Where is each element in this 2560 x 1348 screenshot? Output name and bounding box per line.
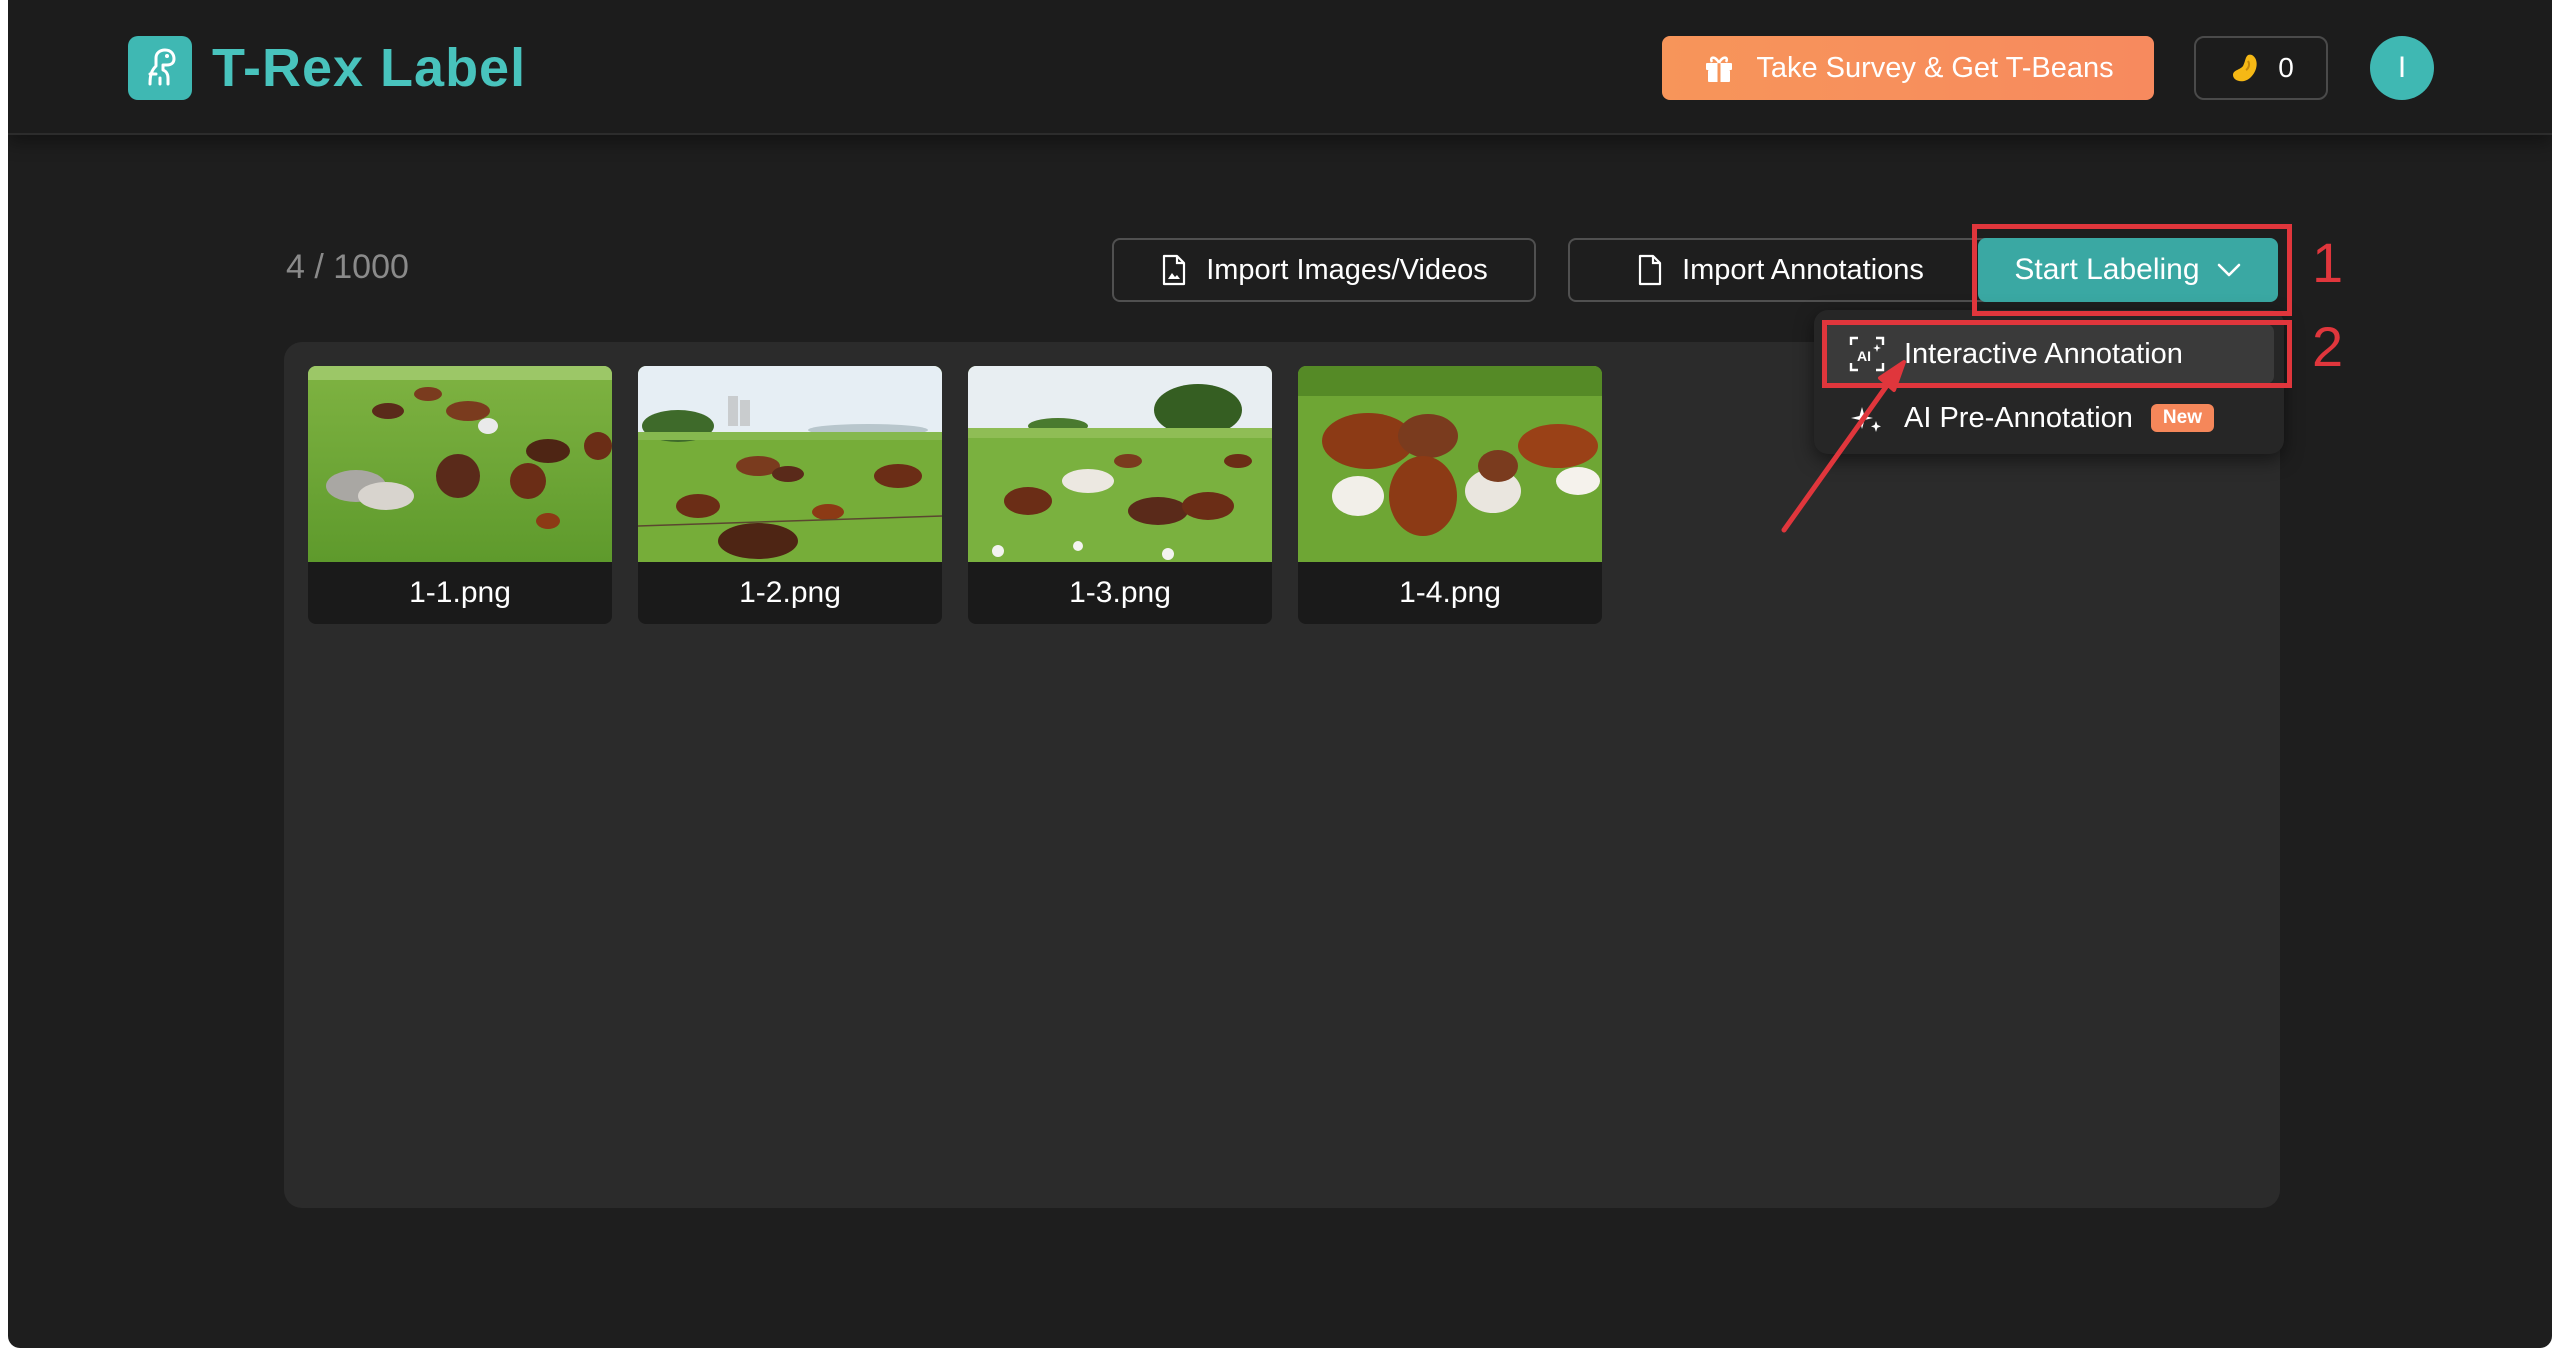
app-window: T-Rex Label Take Survey & Get T-Beans 0 … [8, 0, 2552, 1348]
pointer-arrow [1781, 360, 1906, 533]
